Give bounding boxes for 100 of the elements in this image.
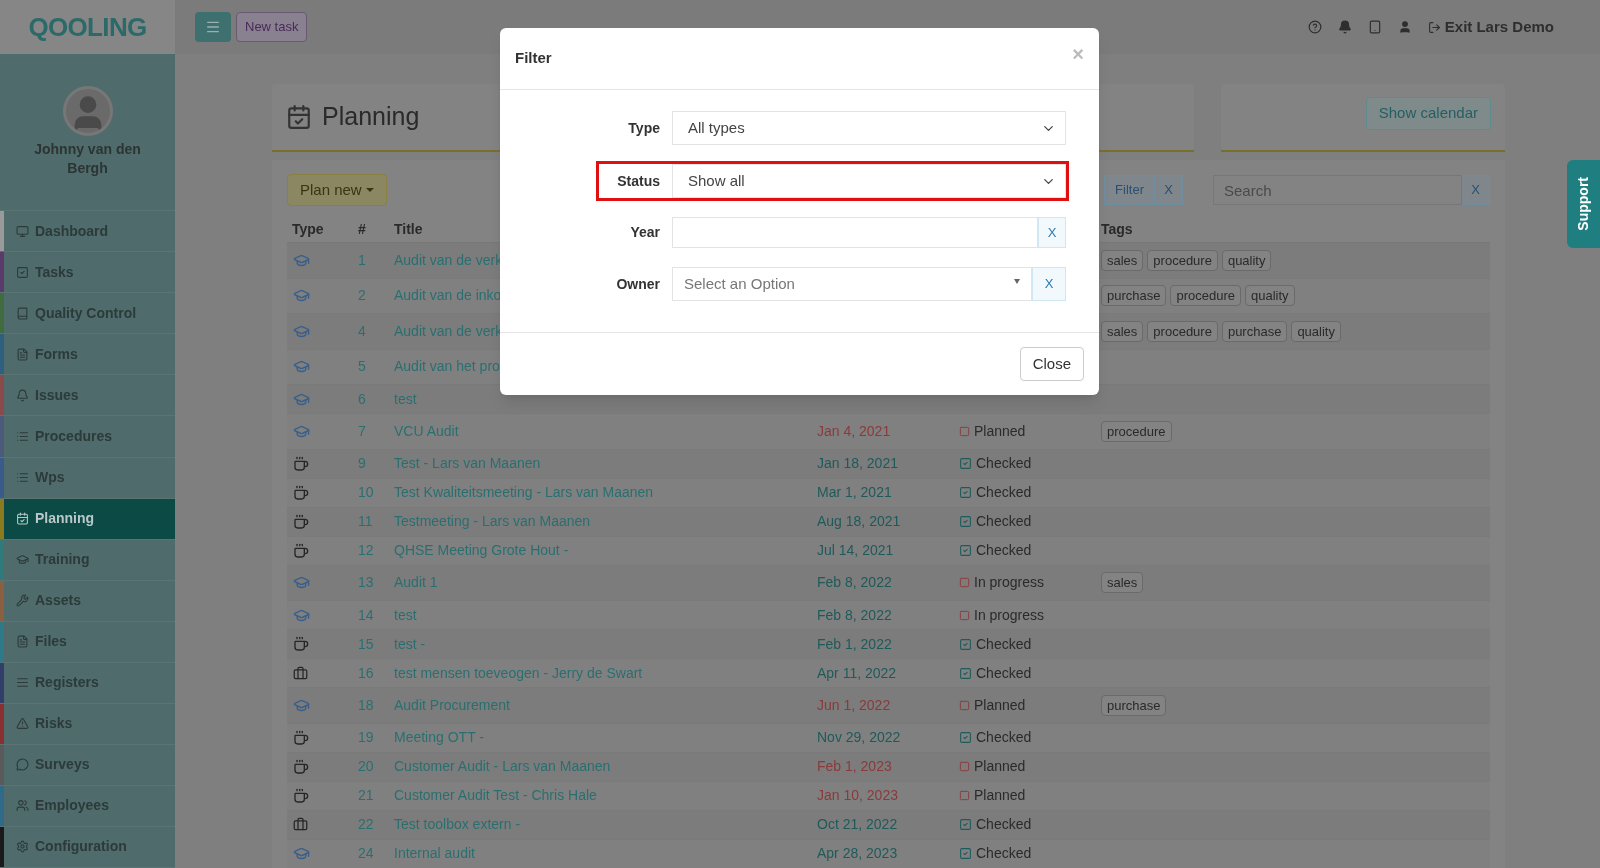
- checkbox-icon: [16, 265, 29, 279]
- date-cell: Apr 28, 2023: [817, 845, 898, 861]
- help-icon[interactable]: [1307, 20, 1322, 34]
- list-icon: [16, 471, 29, 485]
- people-icon: [16, 799, 29, 813]
- coffee-cup-icon: [293, 455, 309, 472]
- briefcase-icon: [293, 817, 308, 832]
- user-icon[interactable]: [1397, 20, 1412, 34]
- date-cell: Jan 10, 2023: [817, 787, 898, 803]
- tag: purchase: [1101, 285, 1167, 307]
- document-icon: [16, 635, 29, 649]
- tag: sales: [1101, 320, 1144, 342]
- show-calendar-button[interactable]: Show calendar: [1365, 97, 1491, 130]
- status-text: Checked: [976, 728, 1032, 747]
- support-tab[interactable]: Support: [1567, 160, 1600, 248]
- status-text: Checked: [976, 634, 1032, 654]
- lines-icon: [16, 676, 29, 690]
- number-cell-text: 6: [358, 389, 367, 409]
- title-link[interactable]: test mensen toeveogen - Jerry de Swart: [394, 664, 643, 681]
- title-link[interactable]: Test toolbox extern -: [394, 816, 521, 832]
- title-link[interactable]: Audit Procurement: [394, 696, 510, 713]
- year-field[interactable]: [672, 217, 1038, 248]
- status-text: Planned: [974, 757, 1026, 776]
- coffee-cup-icon: [293, 484, 309, 501]
- plan-new-button[interactable]: Plan new: [287, 174, 387, 206]
- date-cell: Jun 1, 2022: [817, 696, 891, 713]
- number-cell-text: 2: [358, 286, 367, 306]
- number-cell-text: 9: [358, 454, 367, 473]
- title-link[interactable]: test: [394, 390, 417, 407]
- warning-icon: [16, 717, 29, 731]
- search-field[interactable]: Search: [1213, 175, 1462, 205]
- title-link[interactable]: QHSE Meeting Grote Hout -: [394, 542, 569, 558]
- number-cell-text: 13: [358, 573, 375, 593]
- caret-icon: [365, 188, 374, 192]
- title-link[interactable]: VCU Audit: [394, 422, 459, 439]
- date-cell: Nov 29, 2022: [817, 729, 901, 745]
- briefcase-icon: [293, 665, 308, 681]
- date-cell: Oct 21, 2022: [817, 816, 898, 832]
- title-link[interactable]: test -: [394, 635, 426, 652]
- number-cell-text: 11: [358, 512, 374, 531]
- clear-filter-button[interactable]: X: [1155, 175, 1183, 205]
- tablet-icon[interactable]: [1367, 20, 1382, 34]
- tag: procedure: [1101, 420, 1172, 442]
- title-link[interactable]: Testmeeting - Lars van Maanen: [394, 513, 591, 529]
- calendar-icon: [16, 512, 29, 526]
- exit-link[interactable]: Exit Lars Demo: [1427, 15, 1554, 39]
- title-link[interactable]: Internal audit: [394, 845, 475, 861]
- title-link[interactable]: Audit van het pro: [394, 358, 500, 375]
- number-cell-text: 4: [358, 321, 367, 341]
- coffee-cup-icon: [293, 729, 309, 746]
- tag: quality: [1291, 320, 1341, 342]
- select-field[interactable]: Show all: [672, 164, 1066, 198]
- calendar-icon: [286, 104, 312, 130]
- title-link[interactable]: test: [394, 606, 417, 623]
- new-task-button[interactable]: New task: [236, 12, 308, 42]
- document-icon: [16, 347, 29, 361]
- menu-button[interactable]: [195, 12, 231, 42]
- title-link[interactable]: Customer Audit - Lars van Maanen: [394, 758, 611, 774]
- status-text: Checked: [976, 512, 1032, 531]
- monitor-icon: [16, 224, 29, 238]
- owner-select[interactable]: Select an Option: [672, 267, 1032, 301]
- select-field[interactable]: All types: [672, 111, 1066, 145]
- exit-icon: [1427, 20, 1441, 34]
- bell-icon[interactable]: [1337, 20, 1352, 34]
- dialog-title: Filter: [515, 48, 552, 69]
- title-link[interactable]: Meeting OTT -: [394, 729, 484, 745]
- date-cell: Feb 8, 2022: [817, 606, 892, 623]
- tag: procedure: [1147, 249, 1218, 271]
- coffee-cup-icon: [293, 513, 309, 530]
- status-text: Checked: [976, 663, 1032, 683]
- tag: sales: [1101, 572, 1144, 594]
- status-text: Checked: [976, 483, 1032, 502]
- date-cell: Jan 4, 2021: [817, 422, 891, 439]
- status-text: Planned: [974, 786, 1026, 805]
- column-header: Tags: [1101, 219, 1133, 239]
- field-label: Type: [627, 118, 661, 138]
- filter-button[interactable]: Filter: [1104, 175, 1155, 205]
- title-link[interactable]: Audit van de inko: [394, 287, 502, 304]
- coffee-cup-icon: [293, 636, 309, 652]
- number-cell-text: 1: [358, 250, 367, 270]
- clear-button[interactable]: X: [1032, 267, 1066, 301]
- wrench-icon: [16, 594, 29, 608]
- title-link[interactable]: Audit 1: [394, 574, 438, 591]
- date-cell: Apr 11, 2022: [817, 664, 897, 681]
- list-icon: [16, 430, 29, 443]
- title-link[interactable]: Test - Lars van Maanen: [394, 455, 541, 471]
- number-cell-text: 21: [358, 786, 375, 805]
- field-label: Owner: [615, 274, 661, 294]
- status-text: Planned: [974, 421, 1026, 441]
- number-cell-text: 12: [358, 541, 375, 560]
- close-button[interactable]: Close: [1019, 347, 1084, 381]
- column-header: #: [358, 219, 367, 239]
- title-link[interactable]: Customer Audit Test - Chris Hale: [394, 787, 597, 803]
- status-text: In progress: [974, 605, 1045, 625]
- number-cell-text: 19: [358, 728, 375, 747]
- date-cell: Aug 18, 2021: [817, 513, 901, 529]
- sidebar-item[interactable]: Planning: [0, 498, 175, 540]
- clear-search-button[interactable]: X: [1462, 175, 1490, 205]
- title-link[interactable]: Test Kwaliteitsmeeting - Lars van Maanen: [394, 484, 654, 500]
- clear-button[interactable]: X: [1038, 217, 1066, 248]
